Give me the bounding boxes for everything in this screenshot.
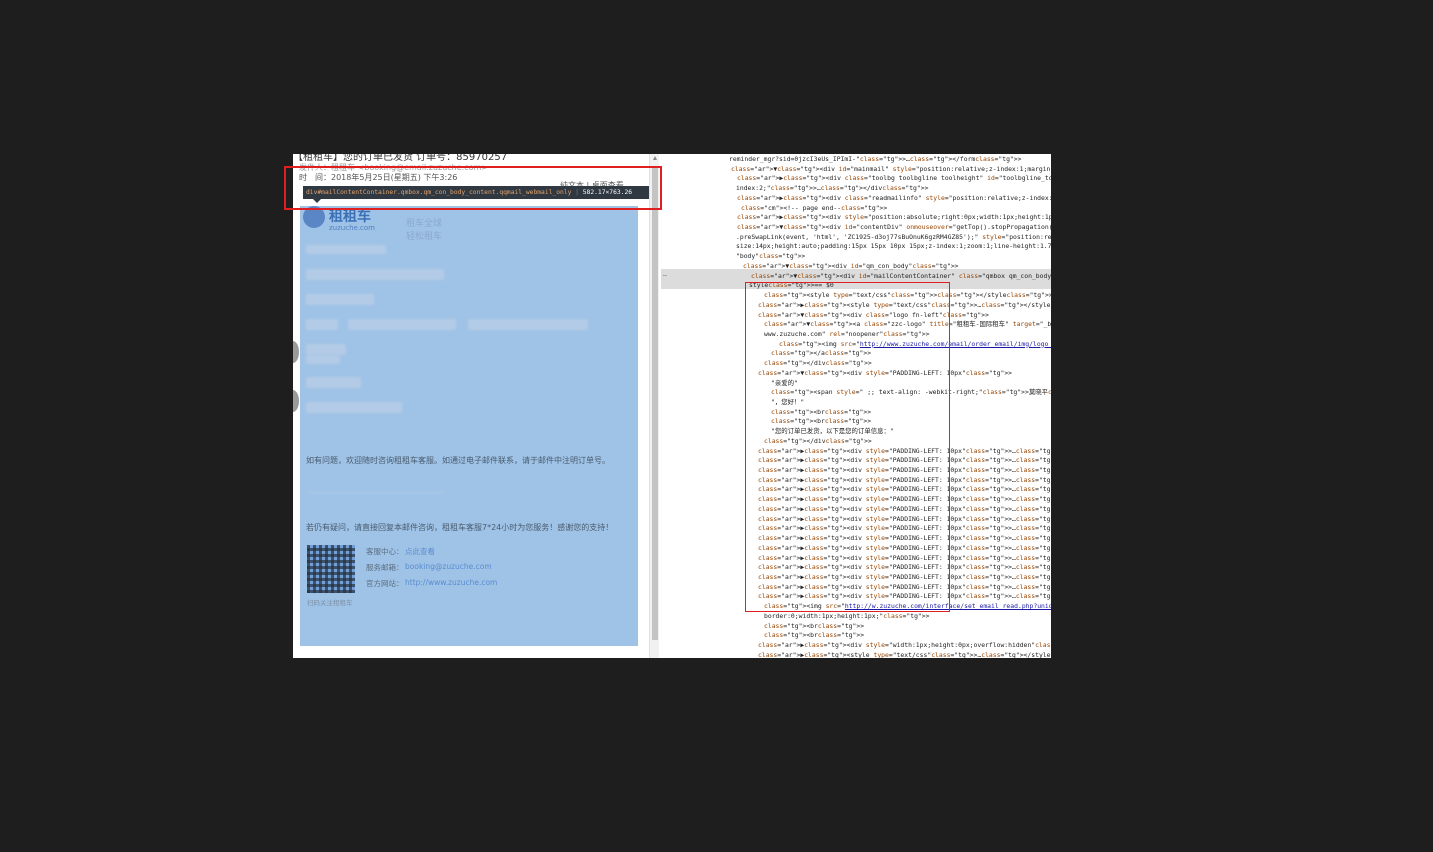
scroll-side-marker bbox=[293, 390, 299, 412]
email-preview-pane: 【租租车】您的订单已发货 订单号：85970257 发件人：租租车 <booki… bbox=[293, 154, 649, 658]
dom-node-line[interactable]: reminder_mgr?sid=0jzcI3eUs_IPImI-"class=… bbox=[729, 155, 1021, 165]
dom-node-line[interactable]: border:0;width:1px;height:1px;"class="tg… bbox=[764, 612, 929, 622]
contact-label: 客服中心： bbox=[366, 547, 404, 556]
qr-caption: 扫码关注租租车 bbox=[307, 599, 353, 607]
dom-node-line[interactable]: class="ar">▶class="tg"><div style="posit… bbox=[737, 213, 1051, 223]
dom-node-line[interactable]: class="ar">▶class="tg"><div class="toolb… bbox=[737, 174, 1051, 184]
contact-label: 官方网站： bbox=[366, 579, 404, 588]
red-annotation-box-dom bbox=[745, 282, 950, 612]
dom-node-line[interactable]: class="cm"><!-- page end--class="tg">> bbox=[741, 204, 887, 214]
red-annotation-box-tooltip bbox=[284, 166, 662, 210]
qr-code-icon bbox=[307, 545, 355, 593]
scrollbar-thumb[interactable] bbox=[652, 166, 658, 640]
blurred-order-info bbox=[306, 294, 374, 305]
dom-node-line[interactable]: class="ar">▼class="tg"><div id="mailCont… bbox=[751, 272, 1051, 282]
blurred-order-info bbox=[306, 269, 444, 280]
dom-node-line[interactable]: "body"class="tg">> bbox=[736, 252, 805, 262]
footer-text: 若仍有疑问，请直接回复本邮件咨询，租租车客服7*24小时为您服务！感谢您的支持！ bbox=[306, 523, 614, 532]
blurred-order-info bbox=[306, 319, 338, 330]
help-text: 如有问题，欢迎随时咨询租租车客服。如通过电子邮件联系，请于邮件中注明订单号。 bbox=[306, 456, 610, 465]
dom-node-line[interactable]: class="tg"><brclass="tg">> bbox=[764, 622, 864, 632]
scroll-up-arrow-icon[interactable] bbox=[653, 156, 657, 160]
contact-value-link[interactable]: booking@zuzuche.com bbox=[405, 562, 492, 571]
blurred-order-info bbox=[306, 245, 386, 254]
dom-node-line[interactable]: class="ar">▼class="tg"><div id="qm_con_b… bbox=[743, 262, 959, 272]
scroll-side-marker bbox=[293, 341, 299, 363]
dom-node-line[interactable]: class="ar">▶class="tg"><style type="text… bbox=[758, 651, 1051, 658]
node-actions-ellipsis[interactable]: … bbox=[663, 270, 667, 278]
dom-node-line[interactable]: class="tg"><brclass="tg">> bbox=[764, 631, 864, 641]
contact-value-link[interactable]: http://www.zuzuche.com bbox=[405, 578, 497, 587]
blurred-order-info bbox=[306, 344, 346, 355]
divider-line bbox=[306, 492, 446, 493]
blurred-order-info bbox=[306, 402, 402, 413]
logo-slogan: 租车全球 轻松租车 bbox=[406, 216, 442, 242]
dom-node-line[interactable]: class="ar">▼class="tg"><div id="contentD… bbox=[737, 223, 1051, 233]
blurred-order-info bbox=[306, 377, 361, 388]
contact-value-link[interactable]: 点此查看 bbox=[405, 546, 435, 557]
logo-slogan-line: 轻松租车 bbox=[406, 232, 443, 242]
blurred-order-info bbox=[306, 355, 340, 364]
dom-node-line[interactable]: index:2;"class="tg">>…class="tg"></divcl… bbox=[736, 184, 928, 194]
blurred-order-info bbox=[348, 319, 456, 330]
dom-node-line[interactable]: class="ar">▼class="tg"><div id="mainmail… bbox=[731, 165, 1051, 175]
dom-node-line[interactable]: class="ar">▶class="tg"><div style="width… bbox=[758, 641, 1051, 651]
contact-label: 服务邮箱： bbox=[366, 563, 404, 572]
logo-slogan-line: 租车全球 bbox=[406, 219, 443, 229]
dom-node-line[interactable]: .preSwapLink(event, 'html', 'ZC1925-d3oj… bbox=[736, 233, 1051, 243]
logo-text-en: zuzuche.com bbox=[329, 224, 375, 232]
dom-node-line[interactable]: size:14px;height:auto;padding:15px 15px … bbox=[736, 242, 1051, 252]
dom-node-line[interactable]: class="ar">▶class="tg"><div class="readm… bbox=[737, 194, 1051, 204]
blurred-order-info bbox=[468, 319, 588, 330]
